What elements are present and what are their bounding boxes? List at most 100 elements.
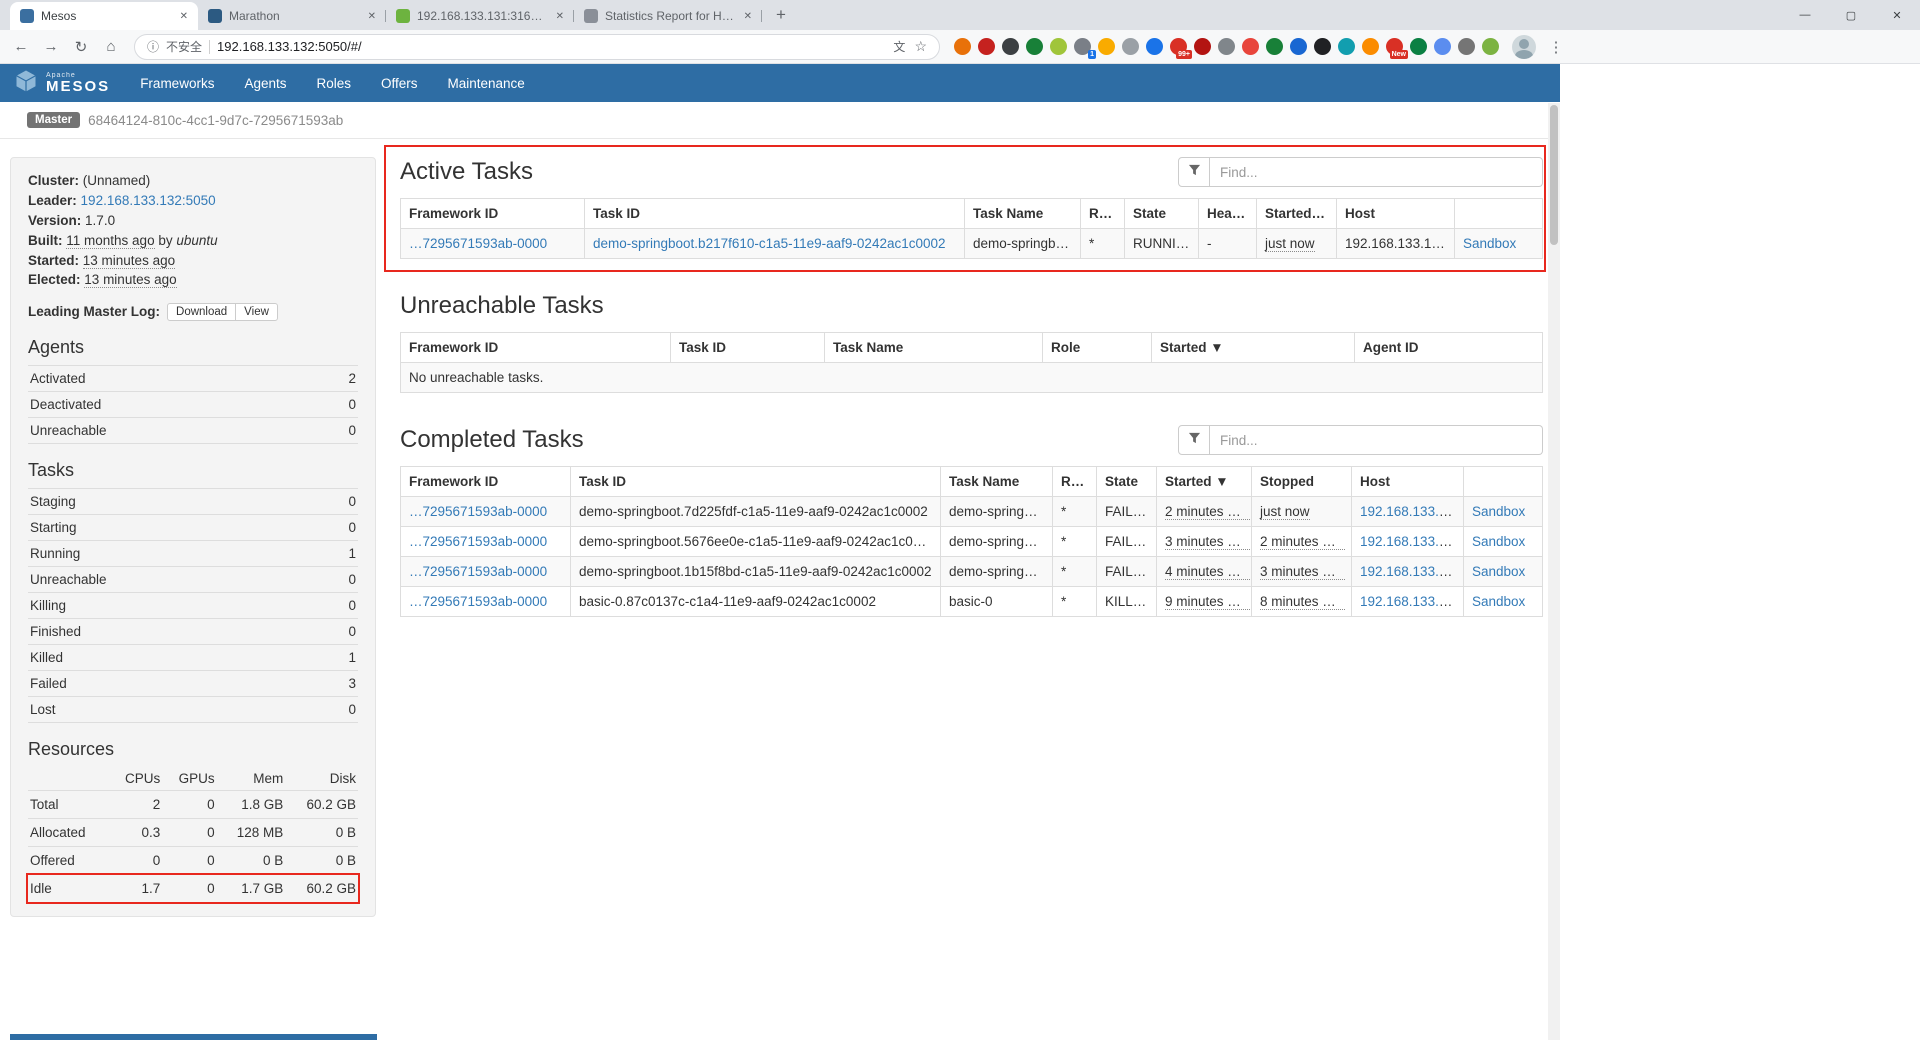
column-header-host[interactable]: Host — [1337, 199, 1455, 229]
extension-icon[interactable] — [1218, 38, 1235, 55]
column-header-stopped[interactable]: Stopped — [1252, 467, 1352, 497]
column-header-framework-id[interactable]: Framework ID — [401, 199, 585, 229]
close-button[interactable]: ✕ — [1874, 0, 1920, 30]
column-header-started[interactable]: Started ▼ — [1257, 199, 1337, 229]
column-header-task-name[interactable]: Task Name — [825, 333, 1043, 363]
tab-close-icon[interactable]: ✕ — [554, 9, 566, 24]
address-bar[interactable]: ⓘ 不安全 192.168.133.132:5050/#/ 文 ☆ — [134, 34, 940, 60]
column-header-role[interactable]: Role — [1043, 333, 1152, 363]
extension-icon[interactable] — [1314, 38, 1331, 55]
host-link[interactable]: 192.168.133.130 — [1360, 594, 1461, 609]
extension-icon[interactable] — [1098, 38, 1115, 55]
browser-menu-icon[interactable]: ⋮ — [1548, 38, 1564, 56]
column-header-started[interactable]: Started ▼ — [1152, 333, 1355, 363]
column-header-host[interactable]: Host — [1352, 467, 1464, 497]
browser-tab-mesos[interactable]: Mesos✕ — [10, 2, 198, 30]
column-header-blank[interactable] — [1464, 467, 1543, 497]
column-header-task-id[interactable]: Task ID — [571, 467, 941, 497]
maximize-button[interactable]: ▢ — [1828, 0, 1874, 30]
extension-icon[interactable] — [1458, 38, 1475, 55]
column-header-framework-id[interactable]: Framework ID — [401, 333, 671, 363]
column-header-framework-id[interactable]: Framework ID — [401, 467, 571, 497]
column-header-blank[interactable] — [1455, 199, 1543, 229]
column-header-agent-id[interactable]: Agent ID — [1355, 333, 1543, 363]
extension-icon[interactable]: New — [1386, 38, 1403, 55]
column-header-health[interactable]: Health — [1199, 199, 1257, 229]
active-tasks-find-input[interactable] — [1210, 157, 1543, 187]
tab-close-icon[interactable]: ✕ — [366, 9, 378, 24]
browser-tab-statistics-report-for-haproxy[interactable]: Statistics Report for HAProxy✕ — [574, 2, 762, 30]
framework-id-link[interactable]: …7295671593ab-0000 — [409, 534, 547, 549]
extension-icon[interactable] — [1290, 38, 1307, 55]
extension-icon[interactable] — [978, 38, 995, 55]
sandbox-link[interactable]: Sandbox — [1472, 564, 1525, 579]
log-view-button[interactable]: View — [235, 303, 278, 321]
nav-item-maintenance[interactable]: Maintenance — [448, 76, 525, 91]
column-header-task-id[interactable]: Task ID — [585, 199, 965, 229]
extension-icon[interactable] — [1242, 38, 1259, 55]
task-id-link[interactable]: demo-springboot.b217f610-c1a5-11e9-aaf9-… — [593, 236, 946, 251]
filter-button[interactable] — [1178, 157, 1210, 187]
nav-item-agents[interactable]: Agents — [244, 76, 286, 91]
extension-icon[interactable] — [954, 38, 971, 55]
extension-icon[interactable]: 99+ — [1170, 38, 1187, 55]
extension-icon[interactable] — [1026, 38, 1043, 55]
nav-item-roles[interactable]: Roles — [316, 76, 351, 91]
host-link[interactable]: 192.168.133.130 — [1360, 564, 1461, 579]
extension-icon[interactable] — [1266, 38, 1283, 55]
extension-icon[interactable] — [1122, 38, 1139, 55]
log-download-button[interactable]: Download — [167, 303, 236, 321]
home-icon[interactable]: ⌂ — [98, 38, 124, 55]
page-scrollbar[interactable] — [1548, 103, 1560, 1040]
host-link[interactable]: 192.168.133.130 — [1360, 534, 1461, 549]
tab-close-icon[interactable]: ✕ — [178, 9, 190, 24]
column-header-started[interactable]: Started ▼ — [1157, 467, 1252, 497]
page-info-icon[interactable]: ⓘ — [147, 38, 159, 55]
extension-icon[interactable] — [1002, 38, 1019, 55]
column-header-task-id[interactable]: Task ID — [671, 333, 825, 363]
browser-tab-marathon[interactable]: Marathon✕ — [198, 2, 386, 30]
sandbox-link[interactable]: Sandbox — [1472, 504, 1525, 519]
framework-id-link[interactable]: …7295671593ab-0000 — [409, 564, 547, 579]
minimize-button[interactable]: — — [1782, 0, 1828, 30]
nav-item-frameworks[interactable]: Frameworks — [140, 76, 214, 91]
framework-id-link[interactable]: …7295671593ab-0000 — [409, 504, 547, 519]
extension-icon[interactable] — [1482, 38, 1499, 55]
column-header-role[interactable]: Role — [1081, 199, 1125, 229]
column-header-state[interactable]: State — [1125, 199, 1199, 229]
browser-tab-192-168-133-131-31657-hello[interactable]: 192.168.133.131:31657/hello✕ — [386, 2, 574, 30]
back-icon[interactable]: ← — [8, 38, 34, 55]
filter-button[interactable] — [1178, 425, 1210, 455]
info-value[interactable]: 192.168.133.132:5050 — [81, 193, 216, 208]
scrollbar-thumb[interactable] — [1550, 105, 1558, 245]
host-link[interactable]: 192.168.133.131 — [1360, 504, 1461, 519]
url-text[interactable]: 192.168.133.132:5050/#/ — [217, 39, 886, 54]
framework-id-link[interactable]: …7295671593ab-0000 — [409, 236, 547, 251]
extension-icon[interactable] — [1050, 38, 1067, 55]
framework-id-link[interactable]: …7295671593ab-0000 — [409, 594, 547, 609]
extension-icon[interactable] — [1194, 38, 1211, 55]
column-header-role[interactable]: Role — [1053, 467, 1097, 497]
profile-avatar[interactable] — [1512, 35, 1536, 59]
sandbox-link[interactable]: Sandbox — [1472, 594, 1525, 609]
extension-icon[interactable] — [1410, 38, 1427, 55]
extension-icon[interactable]: 1 — [1074, 38, 1091, 55]
sandbox-link[interactable]: Sandbox — [1463, 236, 1516, 251]
translate-icon[interactable]: 文 — [893, 38, 905, 55]
forward-icon[interactable]: → — [38, 38, 64, 55]
reload-icon[interactable]: ↻ — [68, 38, 94, 56]
extension-icon[interactable] — [1338, 38, 1355, 55]
column-header-task-name[interactable]: Task Name — [941, 467, 1053, 497]
extension-icon[interactable] — [1434, 38, 1451, 55]
completed-tasks-find-input[interactable] — [1210, 425, 1543, 455]
tab-close-icon[interactable]: ✕ — [742, 9, 754, 24]
bookmark-star-icon[interactable]: ☆ — [914, 38, 927, 55]
extension-icon[interactable] — [1146, 38, 1163, 55]
nav-item-offers[interactable]: Offers — [381, 76, 418, 91]
column-header-task-name[interactable]: Task Name — [965, 199, 1081, 229]
new-tab-button[interactable]: + — [768, 2, 794, 28]
mesos-logo[interactable]: Apache MESOS — [14, 69, 110, 98]
column-header-state[interactable]: State — [1097, 467, 1157, 497]
extension-icon[interactable] — [1362, 38, 1379, 55]
sandbox-link[interactable]: Sandbox — [1472, 534, 1525, 549]
